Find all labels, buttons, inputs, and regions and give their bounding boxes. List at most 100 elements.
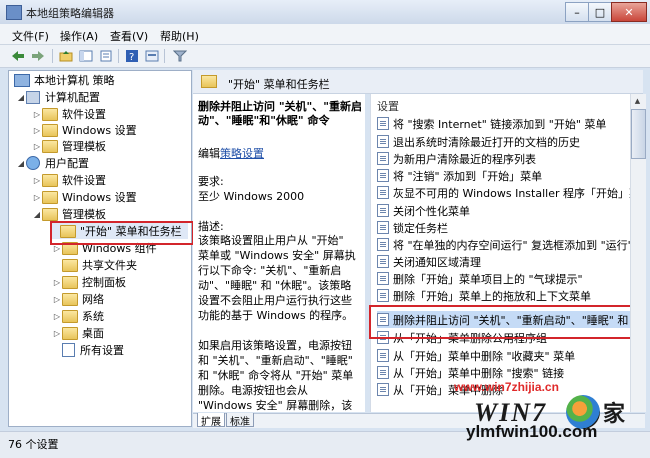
list-item[interactable]: 退出系统时清除最近打开的文档的历史 [377,133,634,150]
policy-setting-icon [377,255,389,268]
list-item-label: 将 "在单独的内存空间运行" 复选框添加到 "运行" 对 [393,238,634,252]
tree-label: 用户配置 [45,157,89,170]
tree-item-root[interactable]: 本地计算机 策略 [14,72,115,88]
tree-item-all-settings[interactable]: 所有设置 [52,342,124,358]
expand-icon[interactable]: ▷ [52,312,62,321]
tree-label: 管理模板 [62,208,106,221]
list-item-label: 退出系统时清除最近打开的文档的历史 [393,135,580,149]
list-item[interactable]: 删除「开始」菜单项目上的 "气球提示" [377,270,634,287]
description-pane: 删除并阻止访问 "关机"、"重新启动"、"睡眠"和"休眠" 命令 编辑策略设置 … [193,94,365,412]
list-item[interactable]: 灰显不可用的 Windows Installer 程序「开始」菜单快 [377,184,634,201]
collapse-icon[interactable]: ◢ [32,210,42,219]
show-hide-tree-icon[interactable] [78,48,94,64]
tree-item-shared-folders[interactable]: 共享文件夹 [52,257,137,273]
app-icon [6,5,22,20]
tab-extended[interactable]: 扩展 [197,413,225,428]
folder-icon [42,190,58,204]
settings-page-icon [62,343,75,357]
list-item-label: 删除「开始」菜单上的拖放和上下文菜单 [393,289,591,303]
tree-item-computer-config[interactable]: ◢ 计算机配置 [16,89,100,105]
requirements-label: 要求: [198,175,224,188]
list-item-label: 为新用户清除最近的程序列表 [393,152,536,166]
list-item[interactable]: 将 "搜索 Internet" 链接添加到 "开始" 菜单 [377,115,634,132]
menu-help[interactable]: 帮助(H) [160,28,199,44]
expand-icon[interactable]: ▷ [52,295,62,304]
menu-action[interactable]: 操作(A) [60,28,98,44]
folder-icon [42,173,58,187]
list-item[interactable]: 关闭通知区域清理 [377,253,634,270]
collapse-icon[interactable]: ◢ [16,93,26,102]
policy-setting-icon [377,186,389,199]
tree-item-network[interactable]: ▷ 网络 [52,291,104,307]
list-item[interactable]: 从「开始」菜单中删除 "收藏夹" 菜单 [377,347,634,364]
policy-title: 删除并阻止访问 "关机"、"重新启动"、"睡眠"和"休眠" 命令 [198,100,363,127]
export-list-icon[interactable] [98,48,114,64]
maximize-button[interactable]: □ [588,2,612,22]
tree-item-system[interactable]: ▷ 系统 [52,308,104,324]
expand-icon[interactable]: ▷ [32,193,42,202]
minimize-button[interactable]: – [565,2,589,22]
policy-setting-icon [377,169,389,182]
expand-icon[interactable]: ▷ [32,110,42,119]
tree-item-software-settings[interactable]: ▷ 软件设置 [32,106,106,122]
close-button[interactable]: ✕ [611,2,647,22]
tree-item-user-admin-templates[interactable]: ◢ 管理模板 [32,206,106,222]
tree-label: 控制面板 [82,276,126,289]
expand-icon[interactable]: ▷ [32,126,42,135]
list-item-label: 将 "搜索 Internet" 链接添加到 "开始" 菜单 [393,117,607,131]
list-item-label: 将 "注销" 添加到「开始」菜单 [393,169,543,183]
up-folder-icon[interactable] [58,48,74,64]
policy-setting-icon [377,238,389,251]
tree-item-user-windows-settings[interactable]: ▷ Windows 设置 [32,189,137,205]
folder-icon [62,275,78,289]
forward-arrow-icon[interactable] [30,48,46,64]
description-label: 描述: [198,220,224,233]
list-item[interactable]: 将 "在单独的内存空间运行" 复选框添加到 "运行" 对 [377,236,634,253]
help-icon[interactable]: ? [124,48,140,64]
list-item-label: 从「开始」菜单中删除 "收藏夹" 菜单 [393,349,576,363]
tree-item-desktop[interactable]: ▷ 桌面 [52,325,104,341]
edit-policy-link[interactable]: 策略设置 [220,147,264,160]
policy-setting-icon [377,272,389,285]
tree-item-control-panel[interactable]: ▷ 控制面板 [52,274,126,290]
list-item[interactable]: 从「开始」菜单中删除 "搜索" 链接 [377,364,634,381]
watermark-url: www.win7zhijia.cn [454,380,559,394]
expand-icon[interactable]: ▷ [32,142,42,151]
list-item[interactable]: 为新用户清除最近的程序列表 [377,150,634,167]
list-highlight-box [369,305,641,339]
policy-setting-icon [377,135,389,148]
tree-item-admin-templates[interactable]: ▷ 管理模板 [32,138,106,154]
window-title: 本地组策略编辑器 [26,7,114,20]
filter-icon[interactable] [172,48,188,64]
list-item[interactable]: 关闭个性化菜单 [377,202,634,219]
list-item[interactable]: 将 "注销" 添加到「开始」菜单 [377,167,634,184]
tree-label: 管理模板 [62,140,106,153]
expand-icon[interactable]: ▷ [52,278,62,287]
menu-view[interactable]: 查看(V) [110,28,148,44]
expand-icon[interactable]: ▷ [32,176,42,185]
scroll-up-icon[interactable]: ▲ [631,95,644,107]
tree-label: Windows 设置 [62,191,137,204]
expand-icon[interactable]: ▷ [52,329,62,338]
list-item[interactable]: 删除「开始」菜单上的拖放和上下文菜单 [377,287,634,304]
folder-icon [42,139,58,153]
tab-standard[interactable]: 标准 [226,413,254,428]
list-column-header[interactable]: 设置 [377,98,399,114]
user-config-icon [26,156,40,170]
policy-setting-icon [377,349,389,362]
content-header-title: "开始" 菜单和任务栏 [228,78,330,91]
back-arrow-icon[interactable] [10,48,26,64]
folder-icon [42,123,58,137]
scroll-thumb[interactable] [631,109,646,159]
collapse-icon[interactable]: ◢ [16,159,26,168]
properties-icon[interactable] [144,48,160,64]
tree-item-user-software-settings[interactable]: ▷ 软件设置 [32,172,106,188]
tree-item-windows-settings[interactable]: ▷ Windows 设置 [32,122,137,138]
list-item[interactable]: 锁定任务栏 [377,219,634,236]
menu-file[interactable]: 文件(F) [12,28,49,44]
folder-icon [42,207,58,221]
edit-line: 编辑策略设置 [198,145,264,161]
tree-label: 系统 [82,310,104,323]
svg-text:?: ? [129,52,134,62]
tree-item-user-config[interactable]: ◢ 用户配置 [16,155,89,171]
